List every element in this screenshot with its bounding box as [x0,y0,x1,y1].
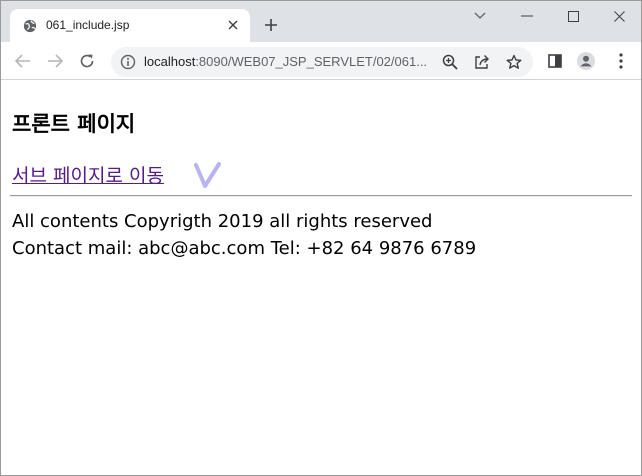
browser-toolbar: localhost:8090/WEB07_JSP_SERVLET/02/061.… [1,42,641,80]
horizontal-rule [10,195,632,197]
profile-icon[interactable] [577,52,595,70]
window-close-icon[interactable] [607,7,631,25]
zoom-icon[interactable] [441,53,459,71]
url-path: :8090/WEB07_JSP_SERVLET/02/061... [195,54,428,69]
chevron-down-icon[interactable] [468,7,492,25]
footer-contact: Contact mail: abc@abc.com Tel: +82 64 98… [12,238,477,259]
sub-page-link[interactable]: 서브 페이지로 이동 [12,161,164,188]
tab-title: 061_include.jsp [46,18,130,32]
new-tab-icon[interactable] [262,16,280,34]
address-bar[interactable]: localhost:8090/WEB07_JSP_SERVLET/02/061.… [111,47,533,77]
globe-icon [23,19,37,33]
reload-icon[interactable] [77,51,97,71]
side-panel-icon[interactable] [546,52,564,70]
share-icon[interactable] [473,53,491,71]
arrow-right-icon[interactable] [45,51,65,71]
url-text[interactable]: localhost:8090/WEB07_JSP_SERVLET/02/061.… [144,54,434,69]
close-icon[interactable] [225,17,241,33]
page-content: 프론트 페이지 서브 페이지로 이동 All contents Copyrigt… [1,81,641,475]
footer-copyright: All contents Copyrigth 2019 all rights r… [12,211,433,232]
minimize-icon[interactable] [515,7,539,25]
page-title: 프론트 페이지 [12,112,136,136]
maximize-icon[interactable] [561,7,585,25]
star-icon[interactable] [505,53,523,71]
browser-tab[interactable]: 061_include.jsp [10,9,250,42]
url-host: localhost [144,54,196,69]
info-icon[interactable] [120,54,136,70]
arrow-left-icon[interactable] [13,51,33,71]
checkmark-annotation-icon [194,162,221,188]
tab-strip: 061_include.jsp [1,1,641,42]
kebab-menu-icon[interactable] [612,52,630,70]
